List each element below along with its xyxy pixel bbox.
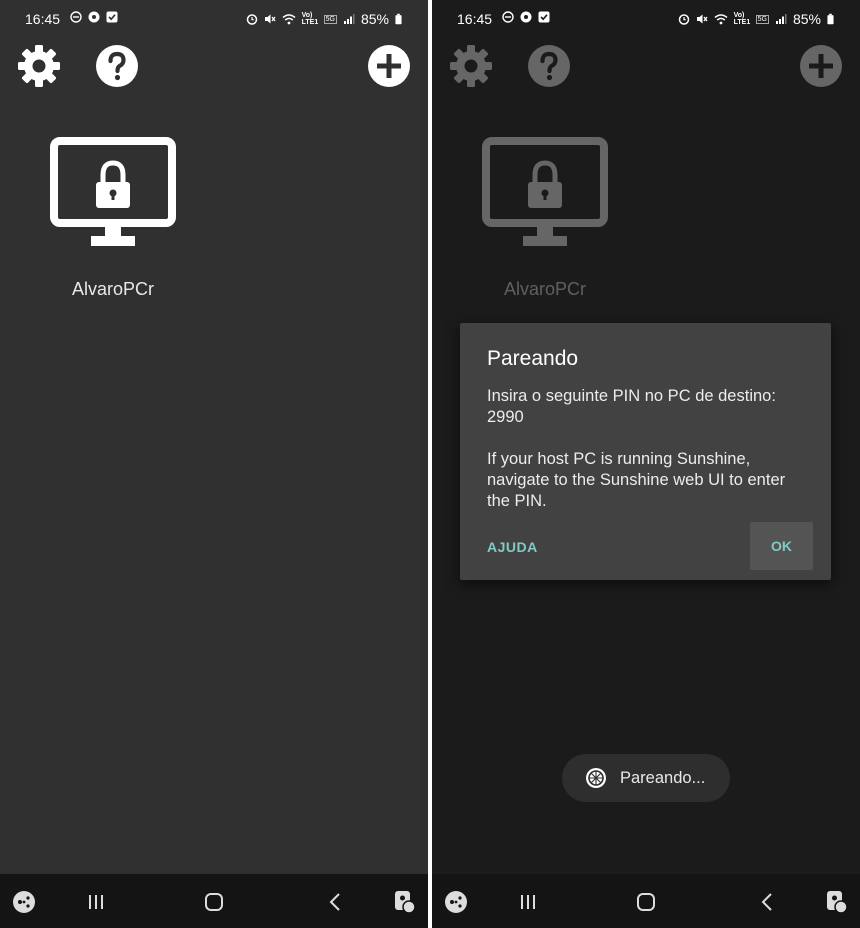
system-icons: Vo) LTE1 5G 85% bbox=[246, 11, 402, 27]
dnd-icon bbox=[70, 11, 82, 23]
question-mark-icon bbox=[96, 45, 138, 87]
battery-percent: 85% bbox=[360, 11, 389, 27]
app-notification-icon bbox=[520, 11, 532, 23]
mute-icon bbox=[696, 14, 708, 24]
locked-monitor-icon bbox=[50, 137, 176, 246]
gear-icon bbox=[18, 45, 60, 87]
pairing-toast: Pareando... bbox=[562, 754, 730, 802]
pin-instruction: Insira o seguinte PIN no PC de destino: bbox=[487, 387, 776, 405]
sunshine-hint: If your host PC is running Sunshine, nav… bbox=[487, 450, 786, 510]
pairing-dialog: Pareando Insira o seguinte PIN no PC de … bbox=[460, 323, 831, 580]
app-notification-icon bbox=[88, 11, 100, 23]
back-icon[interactable] bbox=[754, 888, 782, 916]
moonlight-logo-icon bbox=[586, 768, 606, 788]
gamepad-icon[interactable] bbox=[10, 888, 38, 916]
help-button bbox=[528, 45, 570, 87]
ok-button[interactable]: OK bbox=[750, 522, 813, 570]
status-bar: 16:45 Vo) LTE1 5G 85% bbox=[432, 0, 860, 38]
battery-percent: 85% bbox=[792, 11, 821, 27]
signal-icon bbox=[343, 14, 355, 24]
alarm-icon bbox=[678, 14, 689, 25]
volte-label: Vo) LTE1 bbox=[733, 12, 751, 26]
task-check-icon bbox=[106, 11, 118, 23]
settings-button bbox=[450, 45, 492, 87]
wifi-icon bbox=[714, 14, 728, 25]
screen-pairing: 16:45 Vo) LTE1 5G 85% AlvaroPCr Pareando… bbox=[432, 0, 860, 928]
help-button[interactable] bbox=[95, 44, 139, 88]
help-dialog-button[interactable]: AJUDA bbox=[487, 539, 538, 555]
add-pc-button[interactable] bbox=[367, 44, 411, 88]
dialog-title: Pareando bbox=[487, 347, 579, 370]
wifi-icon bbox=[282, 14, 296, 25]
status-time: 16:45 bbox=[457, 11, 493, 27]
pc-name: AlvaroPCr bbox=[503, 279, 587, 299]
plus-icon bbox=[368, 45, 410, 87]
screen-pc-list: 16:45 Vo) LTE1 5G 85% AlvaroPCr bbox=[0, 0, 428, 928]
back-icon[interactable] bbox=[322, 888, 350, 916]
dnd-icon bbox=[502, 11, 514, 23]
gear-icon bbox=[450, 45, 492, 87]
recents-icon[interactable] bbox=[514, 888, 542, 916]
signal-icon bbox=[775, 14, 787, 24]
alarm-icon bbox=[246, 14, 257, 25]
5g-label: 5G bbox=[755, 14, 769, 24]
pin-code: 2990 bbox=[487, 408, 524, 426]
navigation-bar bbox=[432, 874, 860, 928]
question-mark-icon bbox=[528, 45, 570, 87]
mute-icon bbox=[264, 14, 276, 24]
task-check-icon bbox=[538, 11, 550, 23]
accessibility-icon[interactable] bbox=[823, 888, 851, 916]
volte-label: Vo) LTE1 bbox=[301, 12, 319, 26]
5g-label: 5G bbox=[323, 14, 337, 24]
recents-icon[interactable] bbox=[82, 888, 110, 916]
gamepad-icon[interactable] bbox=[442, 888, 470, 916]
navigation-bar bbox=[0, 874, 428, 928]
home-icon[interactable] bbox=[200, 888, 228, 916]
plus-icon bbox=[800, 45, 842, 87]
status-time: 16:45 bbox=[25, 11, 61, 27]
status-bar: 16:45 Vo) LTE1 5G 85% bbox=[0, 0, 428, 38]
battery-icon bbox=[395, 13, 402, 25]
system-icons: Vo) LTE1 5G 85% bbox=[678, 11, 834, 27]
battery-icon bbox=[827, 13, 834, 25]
add-pc-button bbox=[800, 45, 842, 87]
dialog-message: Insira o seguinte PIN no PC de destino: … bbox=[487, 386, 807, 512]
accessibility-icon[interactable] bbox=[391, 888, 419, 916]
toast-text: Pareando... bbox=[620, 769, 706, 787]
settings-button[interactable] bbox=[17, 44, 61, 88]
notification-icons bbox=[70, 11, 118, 23]
notification-icons bbox=[502, 11, 550, 23]
pc-name: AlvaroPCr bbox=[71, 279, 155, 299]
locked-monitor-icon bbox=[482, 137, 608, 246]
home-icon[interactable] bbox=[632, 888, 660, 916]
